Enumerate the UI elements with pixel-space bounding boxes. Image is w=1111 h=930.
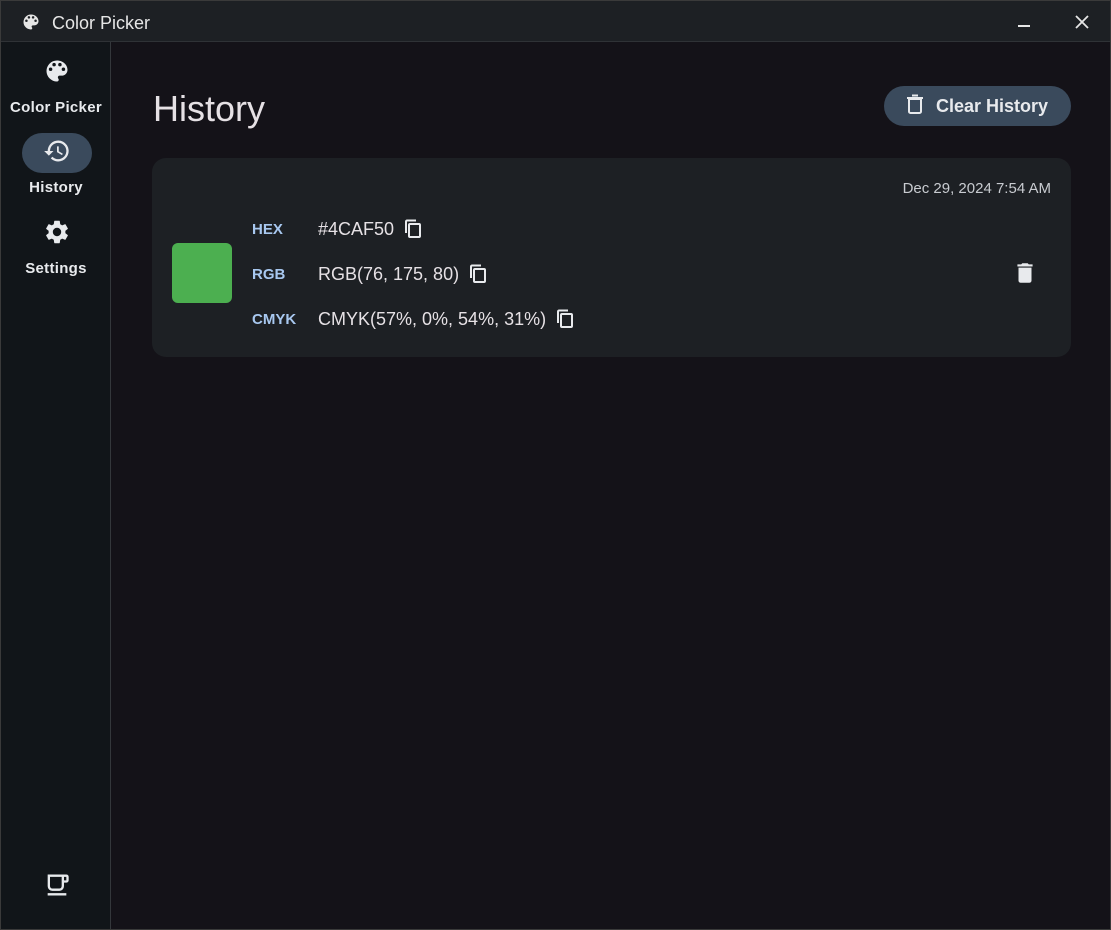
copy-icon[interactable] (469, 264, 489, 284)
sidebar-item-color-picker[interactable]: Color Picker (1, 53, 111, 129)
format-key: HEX (252, 220, 283, 238)
title-bar[interactable]: Color Picker (1, 1, 1110, 42)
sidebar-item-settings[interactable]: Settings (1, 214, 111, 290)
sidebar-item-label: History (29, 179, 83, 196)
sidebar: Color Picker History Settings (1, 42, 111, 929)
delete-icon[interactable] (1012, 259, 1038, 287)
sidebar-item-label: Color Picker (10, 99, 102, 116)
palette-icon (43, 57, 71, 90)
trash-icon (906, 94, 924, 119)
main-content: History Clear History Dec 29, 2024 7:54 … (112, 42, 1110, 929)
sidebar-item-history[interactable]: History (1, 133, 111, 209)
minimize-button[interactable] (1009, 7, 1039, 37)
page-title: History (153, 88, 266, 129)
history-icon (43, 137, 71, 170)
copy-icon[interactable] (556, 309, 576, 329)
nav-pill (22, 214, 92, 254)
format-value: RGB(76, 175, 80) (318, 263, 460, 284)
close-button[interactable] (1067, 7, 1097, 37)
format-row-hex: HEX #4CAF50 (252, 216, 424, 242)
nav-pill (22, 53, 92, 93)
format-key: CMYK (252, 310, 297, 328)
format-value: #4CAF50 (318, 218, 395, 239)
clear-history-button[interactable]: Clear History (884, 86, 1071, 126)
app-window: Color Picker Color Picker History Settin… (0, 0, 1111, 930)
color-swatch[interactable] (172, 243, 232, 303)
history-card: Dec 29, 2024 7:54 AM HEX #4CAF50 RGB RGB… (152, 158, 1071, 357)
nav-pill (22, 133, 92, 173)
gear-icon (43, 218, 71, 251)
format-value: CMYK(57%, 0%, 54%, 31%) (318, 308, 547, 329)
coffee-icon[interactable] (43, 871, 71, 899)
history-timestamp: Dec 29, 2024 7:54 AM (902, 180, 1051, 197)
window-title: Color Picker (52, 13, 151, 33)
palette-icon (21, 12, 41, 32)
copy-icon[interactable] (404, 219, 424, 239)
format-row-rgb: RGB RGB(76, 175, 80) (252, 261, 489, 287)
format-row-cmyk: CMYK CMYK(57%, 0%, 54%, 31%) (252, 306, 576, 332)
format-key: RGB (252, 265, 286, 283)
clear-history-label: Clear History (936, 95, 1049, 116)
sidebar-item-label: Settings (25, 260, 87, 277)
